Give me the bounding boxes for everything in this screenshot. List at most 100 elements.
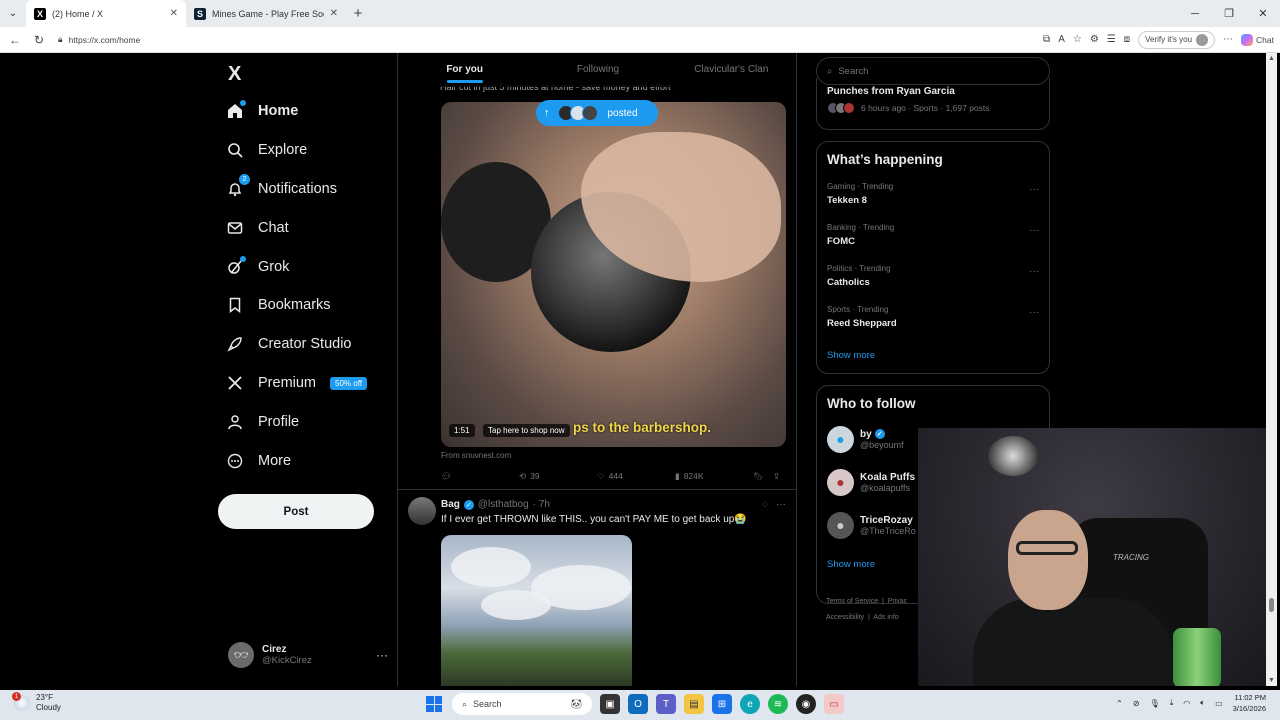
refresh-icon[interactable]: ↻ [30, 33, 48, 47]
favorites-icon[interactable]: ☰ [1107, 34, 1116, 45]
store-icon[interactable]: ⊞ [712, 694, 732, 714]
network-icon[interactable]: ⊘ [1133, 699, 1140, 708]
nav-profile[interactable]: Profile [226, 407, 299, 437]
wifi-icon[interactable]: ◠ [1183, 699, 1190, 708]
download-icon[interactable]: ⤓ [1170, 698, 1174, 708]
mail-icon [226, 219, 244, 237]
trend-item[interactable]: Gaming · Trending Tekken 8 ··· [827, 182, 1039, 216]
nav-creator-studio[interactable]: Creator Studio [226, 329, 352, 359]
more-horizontal-icon[interactable]: ··· [1029, 307, 1039, 318]
spotify-icon[interactable]: ≋ [768, 694, 788, 714]
close-tab-icon[interactable]: ✕ [330, 8, 338, 19]
share-button[interactable]: ⇪ [773, 471, 780, 482]
footer-link[interactable]: Accessibility [826, 614, 864, 621]
minimize-icon[interactable]: ─ [1178, 8, 1212, 20]
browser-tab-home[interactable]: X (2) Home / X ✕ [26, 0, 186, 27]
scroll-down-icon[interactable]: ▼ [1268, 677, 1275, 684]
more-horizontal-icon[interactable]: ··· [1029, 184, 1039, 195]
x-logo-icon[interactable]: X [228, 63, 241, 86]
edge-browser-icon[interactable]: e [740, 694, 760, 714]
nav-bookmarks[interactable]: Bookmarks [226, 290, 331, 320]
scroll-up-icon[interactable]: ▲ [1268, 55, 1275, 62]
app-icon[interactable]: ⧉ [1043, 34, 1050, 45]
author-handle[interactable]: @lsthatbog [478, 499, 529, 510]
nav-notifications[interactable]: 2 Notifications [226, 174, 337, 204]
browser-tab-mines[interactable]: S Mines Game - Play Free Social Cas ✕ [186, 0, 346, 27]
search-placeholder: Search [838, 65, 869, 77]
teams-icon[interactable]: T [656, 694, 676, 714]
maximize-icon[interactable]: ❐ [1212, 7, 1246, 20]
show-more-link[interactable]: Show more [827, 350, 875, 361]
notes-app-icon[interactable]: ▭ [824, 694, 844, 714]
volume-icon[interactable]: 🔈︎ [1200, 698, 1205, 708]
x-icon [226, 374, 244, 392]
copilot-chat-button[interactable]: Chat [1241, 33, 1274, 46]
microphone-icon[interactable]: 🎙︎ [1150, 699, 1160, 708]
close-window-icon[interactable]: ✕ [1246, 7, 1280, 20]
tab-following[interactable]: Following [531, 53, 664, 87]
more-menu-icon[interactable]: ⋯ [1223, 34, 1233, 45]
nav-home[interactable]: Home [226, 96, 298, 126]
search-input[interactable]: ⌕ Search [816, 57, 1050, 85]
weather-widget[interactable]: 1 23°F Cloudy [12, 692, 61, 713]
footer-link[interactable]: Terms of Service [826, 598, 878, 605]
trending-story-card[interactable]: Punches from Ryan Garcia 6 hours ago · S… [816, 78, 1050, 130]
collections-icon[interactable]: ⧈ [1124, 34, 1130, 45]
post-button[interactable]: Post [218, 494, 374, 529]
author-name[interactable]: Bag [441, 499, 460, 510]
video-player[interactable]: ps to the barbershop. 1:51 Tap here to s… [441, 102, 786, 447]
file-explorer-icon[interactable]: ▤ [684, 694, 704, 714]
more-horizontal-icon[interactable]: ··· [376, 648, 388, 662]
nav-grok[interactable]: Grok [226, 252, 289, 282]
read-aloud-icon[interactable]: A [1058, 34, 1065, 45]
nav-more[interactable]: More [226, 446, 291, 476]
battery-icon[interactable]: ▭ [1215, 699, 1223, 708]
search-icon: ⌕ [827, 65, 833, 77]
footer-link[interactable]: Ads info [873, 614, 898, 621]
tab-for-you[interactable]: For you [398, 53, 531, 87]
scrollbar-thumb[interactable] [1269, 598, 1274, 612]
favorite-star-icon[interactable]: ☆ [1073, 34, 1082, 45]
more-horizontal-icon[interactable]: ··· [1029, 266, 1039, 277]
nav-chat[interactable]: Chat [226, 213, 289, 243]
obs-icon[interactable]: ◉ [796, 694, 816, 714]
page-scrollbar[interactable]: ▲ ▼ [1266, 53, 1277, 686]
show-more-link[interactable]: Show more [827, 559, 875, 570]
account-switcher[interactable]: 👓︎ Cirez @KickCirez ··· [228, 639, 388, 671]
new-posts-pill[interactable]: ↑ posted [536, 100, 658, 126]
chevron-up-icon[interactable]: ⌃ [1116, 699, 1123, 708]
more-horizontal-icon[interactable]: ··· [776, 499, 786, 510]
shop-now-link[interactable]: Tap here to shop now [483, 424, 570, 437]
views-button[interactable]: ▮ 824K [675, 471, 753, 482]
nav-premium[interactable]: Premium 50% off [226, 368, 367, 398]
bookmark-button[interactable]: 🔖︎ [753, 471, 773, 482]
task-view-icon[interactable]: ▣ [600, 694, 620, 714]
windows-start-icon[interactable] [424, 694, 444, 714]
tab-clavicular-clan[interactable]: Clavicular's Clan [665, 53, 796, 87]
trend-item[interactable]: Sports · Trending Reed Sheppard ··· [827, 305, 1039, 339]
footer-link[interactable]: Privac [888, 598, 907, 605]
grok-icon[interactable]: ◌ [762, 499, 768, 510]
retweet-button[interactable]: ⟲ 39 [519, 471, 597, 482]
tab-actions-menu[interactable]: ⌄ [0, 0, 26, 27]
url-field[interactable]: 🔒︎ https://x.com/home [54, 30, 1037, 50]
system-clock[interactable]: 11:02 PM 3/16/2026 [1233, 692, 1266, 714]
outlook-icon[interactable]: O [628, 694, 648, 714]
nav-explore[interactable]: Explore [226, 135, 307, 165]
trend-item[interactable]: Politics · Trending Catholics ··· [827, 264, 1039, 298]
trend-item[interactable]: Banking · Trending FOMC ··· [827, 223, 1039, 257]
extensions-icon[interactable]: ⚙ [1090, 34, 1099, 45]
avatar[interactable] [408, 497, 436, 525]
taskbar-search[interactable]: ⌕ Search 🐼︎ [452, 693, 592, 715]
post-time[interactable]: · 7h [533, 499, 550, 510]
close-tab-icon[interactable]: ✕ [170, 8, 178, 19]
cloud-icon: 1 [12, 692, 30, 711]
more-horizontal-icon[interactable]: ··· [1029, 225, 1039, 236]
ad-source[interactable]: From snuvnest.com [441, 451, 511, 460]
new-tab-button[interactable]: + [346, 0, 370, 27]
verify-identity-button[interactable]: Verify it's you [1138, 30, 1216, 49]
like-button[interactable]: ♡ 444 [597, 471, 675, 482]
reply-button[interactable]: 💬︎ [441, 471, 519, 482]
post-media[interactable] [441, 535, 632, 686]
back-icon[interactable]: ← [6, 33, 24, 47]
